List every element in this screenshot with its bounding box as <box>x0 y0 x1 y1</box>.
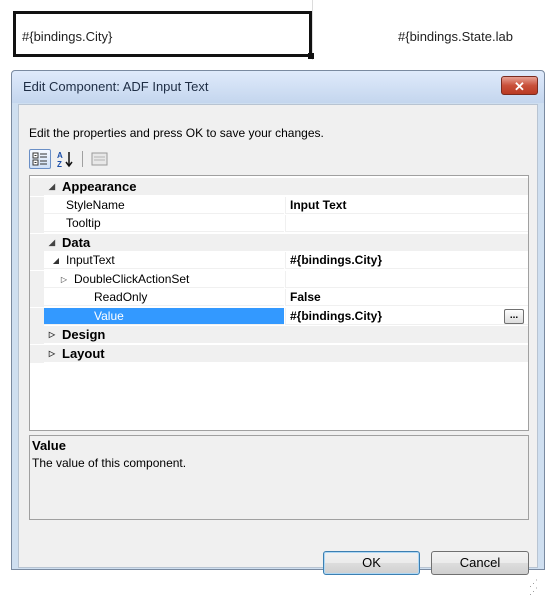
canvas-divider <box>312 0 313 60</box>
row-label: InputText <box>66 253 115 267</box>
property-row[interactable]: Value #{bindings.City}... <box>30 307 528 326</box>
property-category-row[interactable]: ◢ Data <box>30 233 528 252</box>
categorized-button[interactable] <box>29 149 51 169</box>
category-name: ◢ Appearance <box>44 178 528 195</box>
property-value[interactable]: Input Text <box>285 196 528 214</box>
property-value[interactable]: #{bindings.City} <box>285 252 528 269</box>
collapse-arrow-icon[interactable]: ◢ <box>46 178 58 195</box>
property-value[interactable] <box>285 215 528 232</box>
collapse-arrow-icon[interactable]: ◢ <box>46 234 58 251</box>
state-binding-text[interactable]: #{bindings.State.lab <box>398 29 513 44</box>
close-icon: ✕ <box>514 79 525 94</box>
row-gutter <box>30 215 44 233</box>
ellipsis-button[interactable]: ... <box>504 308 524 324</box>
property-name: ▷ DoubleClickActionSet <box>44 271 284 288</box>
alphabetical-sort-icon: A Z <box>57 151 73 169</box>
row-label: Design <box>62 327 106 342</box>
svg-text:A: A <box>57 151 63 160</box>
resize-handle[interactable] <box>308 53 314 59</box>
row-gutter <box>30 233 44 252</box>
category-name: ▷ Layout <box>44 344 528 362</box>
svg-text:Z: Z <box>57 160 62 169</box>
dialog-body: Edit the properties and press OK to save… <box>18 104 538 596</box>
ok-button[interactable]: OK <box>323 551 420 575</box>
property-name: ReadOnly <box>44 289 284 306</box>
row-gutter <box>30 344 44 363</box>
row-gutter <box>30 307 44 326</box>
expand-arrow-icon[interactable]: ▷ <box>46 326 58 343</box>
collapse-arrow-icon[interactable]: ◢ <box>50 252 62 268</box>
row-label: StyleName <box>66 197 125 212</box>
row-label: Data <box>62 234 91 250</box>
property-name: Value <box>44 307 284 325</box>
property-pages-icon <box>91 152 108 166</box>
property-value[interactable]: False <box>285 289 528 306</box>
description-text: The value of this component. <box>32 456 187 470</box>
property-value[interactable] <box>285 270 528 288</box>
row-gutter <box>30 178 44 196</box>
property-row[interactable]: StyleName Input Text <box>30 196 528 215</box>
row-label: Tooltip <box>66 216 101 230</box>
expand-arrow-icon[interactable]: ▷ <box>58 271 70 287</box>
instructions-text: Edit the properties and press OK to save… <box>29 126 324 140</box>
property-name: Tooltip <box>44 215 284 232</box>
row-label: ReadOnly <box>94 290 148 304</box>
close-button[interactable]: ✕ <box>501 76 538 95</box>
city-binding-text: #{bindings.City} <box>22 29 113 44</box>
toolbar-separator <box>82 151 83 167</box>
row-label: Value <box>94 308 124 323</box>
property-category-row[interactable]: ▷ Layout <box>30 344 528 363</box>
property-category-row[interactable]: ◢ Appearance <box>30 178 528 196</box>
edit-component-dialog: Edit Component: ADF Input Text ✕ Edit th… <box>11 70 545 596</box>
dialog-title: Edit Component: ADF Input Text <box>23 79 209 94</box>
property-value[interactable]: #{bindings.City}... <box>285 307 528 325</box>
row-gutter <box>30 270 44 289</box>
property-name: ◢ InputText <box>44 252 284 269</box>
property-pages-button[interactable] <box>89 149 111 169</box>
categorized-icon <box>32 152 47 166</box>
cancel-button[interactable]: Cancel <box>431 551 529 575</box>
row-label: DoubleClickActionSet <box>74 271 190 286</box>
property-grid[interactable]: ◢ Appearance StyleName Input Text Tooltip ◢ Da… <box>29 175 529 431</box>
row-label: Layout <box>62 345 105 361</box>
expand-arrow-icon[interactable]: ▷ <box>46 345 58 362</box>
row-gutter <box>30 196 44 215</box>
alphabetical-button[interactable]: A Z <box>55 149 77 169</box>
description-title: Value <box>32 438 66 453</box>
property-name: StyleName <box>44 197 284 214</box>
row-gutter <box>30 326 44 344</box>
property-category-row[interactable]: ▷ Design <box>30 326 528 344</box>
dialog-title-bar[interactable]: Edit Component: ADF Input Text ✕ <box>12 71 544 103</box>
category-name: ◢ Data <box>44 233 528 251</box>
property-row[interactable]: ◢ InputText #{bindings.City} <box>30 252 528 270</box>
category-name: ▷ Design <box>44 326 528 343</box>
row-label: Appearance <box>62 179 137 194</box>
property-row[interactable]: ▷ DoubleClickActionSet <box>30 270 528 289</box>
property-row[interactable]: Tooltip <box>30 215 528 233</box>
row-gutter <box>30 252 44 270</box>
row-gutter <box>30 289 44 307</box>
resize-grip-icon[interactable]: ⋰ ⋰ <box>529 579 538 596</box>
property-row[interactable]: ReadOnly False <box>30 289 528 307</box>
description-pane: Value The value of this component. <box>29 435 529 520</box>
